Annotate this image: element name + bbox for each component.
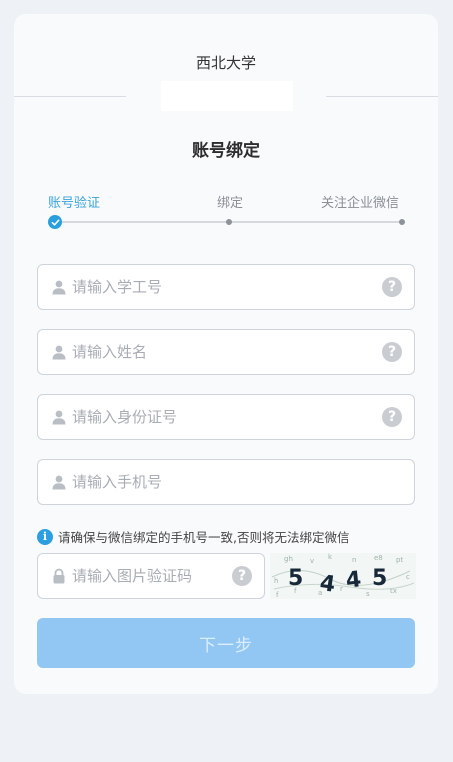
step-label-follow: 关注企业微信 xyxy=(321,196,400,211)
captcha-digit: 5 xyxy=(372,566,387,591)
captcha-digit: 5 xyxy=(288,566,303,591)
captcha-input[interactable] xyxy=(72,554,222,598)
svg-text:e8: e8 xyxy=(374,554,383,562)
phone-field[interactable] xyxy=(37,459,415,505)
user-icon xyxy=(52,475,66,490)
next-step-button[interactable]: 下一步 xyxy=(37,618,415,668)
svg-text:s: s xyxy=(366,590,370,598)
captcha-digit: 4 xyxy=(345,567,363,593)
captcha-image[interactable]: gh v k n e8 pt hf a rs tx cf 5 4 4 5 xyxy=(270,553,416,599)
phone-input[interactable] xyxy=(72,460,372,504)
name-field[interactable]: ? xyxy=(37,329,415,375)
id-card-field[interactable]: ? xyxy=(37,394,415,440)
divider-left xyxy=(14,96,126,97)
svg-text:c: c xyxy=(406,573,410,581)
help-icon[interactable]: ? xyxy=(382,277,402,297)
user-icon xyxy=(52,410,66,425)
name-input[interactable] xyxy=(72,330,372,374)
user-icon xyxy=(52,280,66,295)
student-id-field[interactable]: ? xyxy=(37,264,415,310)
divider-right xyxy=(326,96,438,97)
step-label-bind: 绑定 xyxy=(217,196,244,211)
school-name: 西北大学 xyxy=(195,54,256,72)
svg-text:n: n xyxy=(352,556,356,564)
step-label-verify: 账号验证 xyxy=(48,196,101,211)
svg-text:pt: pt xyxy=(396,556,403,564)
lock-icon xyxy=(53,568,65,584)
help-icon[interactable]: ? xyxy=(382,407,402,427)
help-icon[interactable]: ? xyxy=(382,342,402,362)
captcha-field[interactable]: ? xyxy=(37,553,265,599)
page-title: 账号绑定 xyxy=(192,141,260,161)
svg-text:gh: gh xyxy=(284,555,293,563)
help-icon[interactable]: ? xyxy=(232,566,252,586)
step-dot-verify-check-icon xyxy=(48,215,62,229)
info-icon: i xyxy=(37,528,53,545)
notice-text: 请确保与微信绑定的手机号一致,否则将无法绑定微信 xyxy=(58,530,350,545)
phone-notice: i 请确保与微信绑定的手机号一致,否则将无法绑定微信 xyxy=(37,527,427,546)
binding-card: 西北大学 账号绑定 账号验证 绑定 关注企业微信 ? ? xyxy=(14,14,438,694)
logo-placeholder xyxy=(161,81,293,111)
student-id-input[interactable] xyxy=(72,265,372,309)
step-dot-bind xyxy=(226,219,232,225)
user-icon xyxy=(52,345,66,360)
step-dot-follow xyxy=(399,219,405,225)
svg-text:h: h xyxy=(274,577,278,585)
id-card-input[interactable] xyxy=(72,395,372,439)
svg-text:v: v xyxy=(310,557,314,565)
